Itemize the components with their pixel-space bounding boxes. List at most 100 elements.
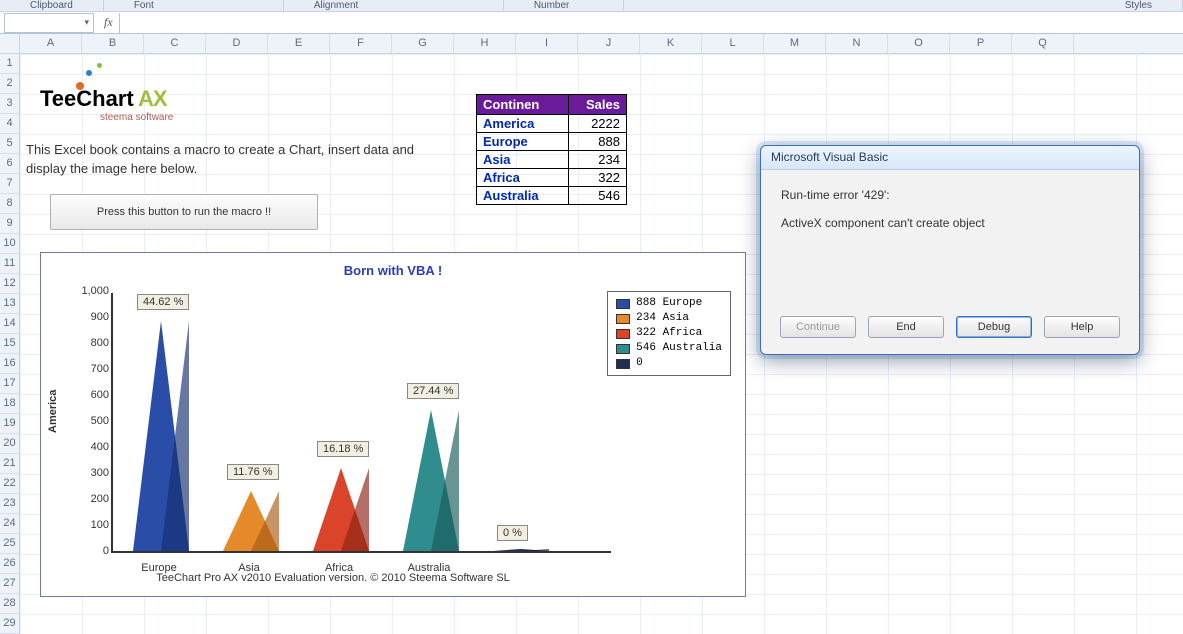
row-header-26[interactable]: 26 xyxy=(0,554,19,574)
error-code-text: Run-time error '429': xyxy=(781,188,1119,202)
ribbon-group-styles: Styles xyxy=(1095,0,1183,11)
col-header-J[interactable]: J xyxy=(578,34,640,53)
cell-value[interactable]: 2222 xyxy=(569,115,627,133)
row-header-21[interactable]: 21 xyxy=(0,454,19,474)
row-header-16[interactable]: 16 xyxy=(0,354,19,374)
table-row[interactable]: America2222 xyxy=(477,115,627,133)
col-header-L[interactable]: L xyxy=(702,34,764,53)
col-header-E[interactable]: E xyxy=(268,34,330,53)
col-header-I[interactable]: I xyxy=(516,34,578,53)
row-header-4[interactable]: 4 xyxy=(0,114,19,134)
insert-function-icon[interactable]: fx xyxy=(98,15,119,30)
cell-region[interactable]: America xyxy=(477,115,569,133)
row-header-19[interactable]: 19 xyxy=(0,414,19,434)
col-header-Q[interactable]: Q xyxy=(1012,34,1074,53)
description-text: This Excel book contains a macro to crea… xyxy=(26,140,446,178)
cell-value[interactable]: 546 xyxy=(569,187,627,205)
col-header-F[interactable]: F xyxy=(330,34,392,53)
chart-data-label: 11.76 % xyxy=(227,464,279,480)
row-header-22[interactable]: 22 xyxy=(0,474,19,494)
sales-table[interactable]: Continen Sales America2222Europe888Asia2… xyxy=(476,94,627,205)
col-header-C[interactable]: C xyxy=(144,34,206,53)
legend-item: 0 xyxy=(616,356,722,371)
cell-value[interactable]: 234 xyxy=(569,151,627,169)
row-header-10[interactable]: 10 xyxy=(0,234,19,254)
chart-y-axis-label: America xyxy=(47,390,59,433)
row-header-23[interactable]: 23 xyxy=(0,494,19,514)
col-header-K[interactable]: K xyxy=(640,34,702,53)
row-header-13[interactable]: 13 xyxy=(0,294,19,314)
row-header-12[interactable]: 12 xyxy=(0,274,19,294)
run-macro-button[interactable]: Press this button to run the macro !! xyxy=(50,194,318,230)
row-header-9[interactable]: 9 xyxy=(0,214,19,234)
y-tick: 500 xyxy=(77,415,109,427)
row-header-24[interactable]: 24 xyxy=(0,514,19,534)
ribbon-group-font: Font xyxy=(104,0,284,11)
col-header-H[interactable]: H xyxy=(454,34,516,53)
chart-data-label: 44.62 % xyxy=(137,294,189,310)
row-header-8[interactable]: 8 xyxy=(0,194,19,214)
table-row[interactable]: Asia234 xyxy=(477,151,627,169)
chart-data-label: 0 % xyxy=(497,525,528,541)
formula-bar[interactable] xyxy=(119,13,1183,33)
y-tick: 700 xyxy=(77,363,109,375)
row-header-6[interactable]: 6 xyxy=(0,154,19,174)
row-header-7[interactable]: 7 xyxy=(0,174,19,194)
col-header-N[interactable]: N xyxy=(826,34,888,53)
cell-value[interactable]: 322 xyxy=(569,169,627,187)
debug-button[interactable]: Debug xyxy=(956,316,1032,338)
row-header-5[interactable]: 5 xyxy=(0,134,19,154)
table-row[interactable]: Europe888 xyxy=(477,133,627,151)
col-header-P[interactable]: P xyxy=(950,34,1012,53)
row-header-2[interactable]: 2 xyxy=(0,74,19,94)
table-row[interactable]: Australia546 xyxy=(477,187,627,205)
name-box[interactable]: ▾ xyxy=(4,13,94,33)
select-all-corner[interactable] xyxy=(0,34,20,53)
name-box-dropdown-icon[interactable]: ▾ xyxy=(84,17,89,28)
row-header-14[interactable]: 14 xyxy=(0,314,19,334)
row-header-18[interactable]: 18 xyxy=(0,394,19,414)
col-header-D[interactable]: D xyxy=(206,34,268,53)
row-header-11[interactable]: 11 xyxy=(0,254,19,274)
cell-region[interactable]: Europe xyxy=(477,133,569,151)
col-header-O[interactable]: O xyxy=(888,34,950,53)
y-tick: 300 xyxy=(77,467,109,479)
chart-object[interactable]: Born with VBA ! America 0100200300400500… xyxy=(40,252,746,597)
teechart-logo: TeeChart AX steema software xyxy=(40,74,240,134)
row-header-15[interactable]: 15 xyxy=(0,334,19,354)
row-header-28[interactable]: 28 xyxy=(0,594,19,614)
ribbon-group-alignment: Alignment xyxy=(284,0,504,11)
legend-item: 322 Africa xyxy=(616,326,722,341)
col-header-G[interactable]: G xyxy=(392,34,454,53)
row-header-25[interactable]: 25 xyxy=(0,534,19,554)
cell-region[interactable]: Africa xyxy=(477,169,569,187)
legend-item: 888 Europe xyxy=(616,296,722,311)
cell-region[interactable]: Asia xyxy=(477,151,569,169)
y-tick: 200 xyxy=(77,493,109,505)
row-header-17[interactable]: 17 xyxy=(0,374,19,394)
row-header-29[interactable]: 29 xyxy=(0,614,19,634)
col-header-A[interactable]: A xyxy=(20,34,82,53)
row-header-1[interactable]: 1 xyxy=(0,54,19,74)
col-header-continent: Continen xyxy=(477,95,569,115)
vb-error-dialog[interactable]: Microsoft Visual Basic Run-time error '4… xyxy=(760,145,1140,355)
chart-title: Born with VBA ! xyxy=(41,263,745,278)
chart-bar-shade xyxy=(251,491,279,551)
ribbon-group-number: Number xyxy=(504,0,624,11)
y-tick: 100 xyxy=(77,519,109,531)
row-header-3[interactable]: 3 xyxy=(0,94,19,114)
cell-region[interactable]: Australia xyxy=(477,187,569,205)
chart-bar-shade xyxy=(431,410,459,551)
row-header-27[interactable]: 27 xyxy=(0,574,19,594)
chart-data-label: 27.44 % xyxy=(407,383,459,399)
col-header-sales: Sales xyxy=(569,95,627,115)
y-tick: 600 xyxy=(77,389,109,401)
row-header-20[interactable]: 20 xyxy=(0,434,19,454)
col-header-B[interactable]: B xyxy=(82,34,144,53)
cell-value[interactable]: 888 xyxy=(569,133,627,151)
end-button[interactable]: End xyxy=(868,316,944,338)
y-tick: 800 xyxy=(77,337,109,349)
col-header-M[interactable]: M xyxy=(764,34,826,53)
table-row[interactable]: Africa322 xyxy=(477,169,627,187)
help-button[interactable]: Help xyxy=(1044,316,1120,338)
